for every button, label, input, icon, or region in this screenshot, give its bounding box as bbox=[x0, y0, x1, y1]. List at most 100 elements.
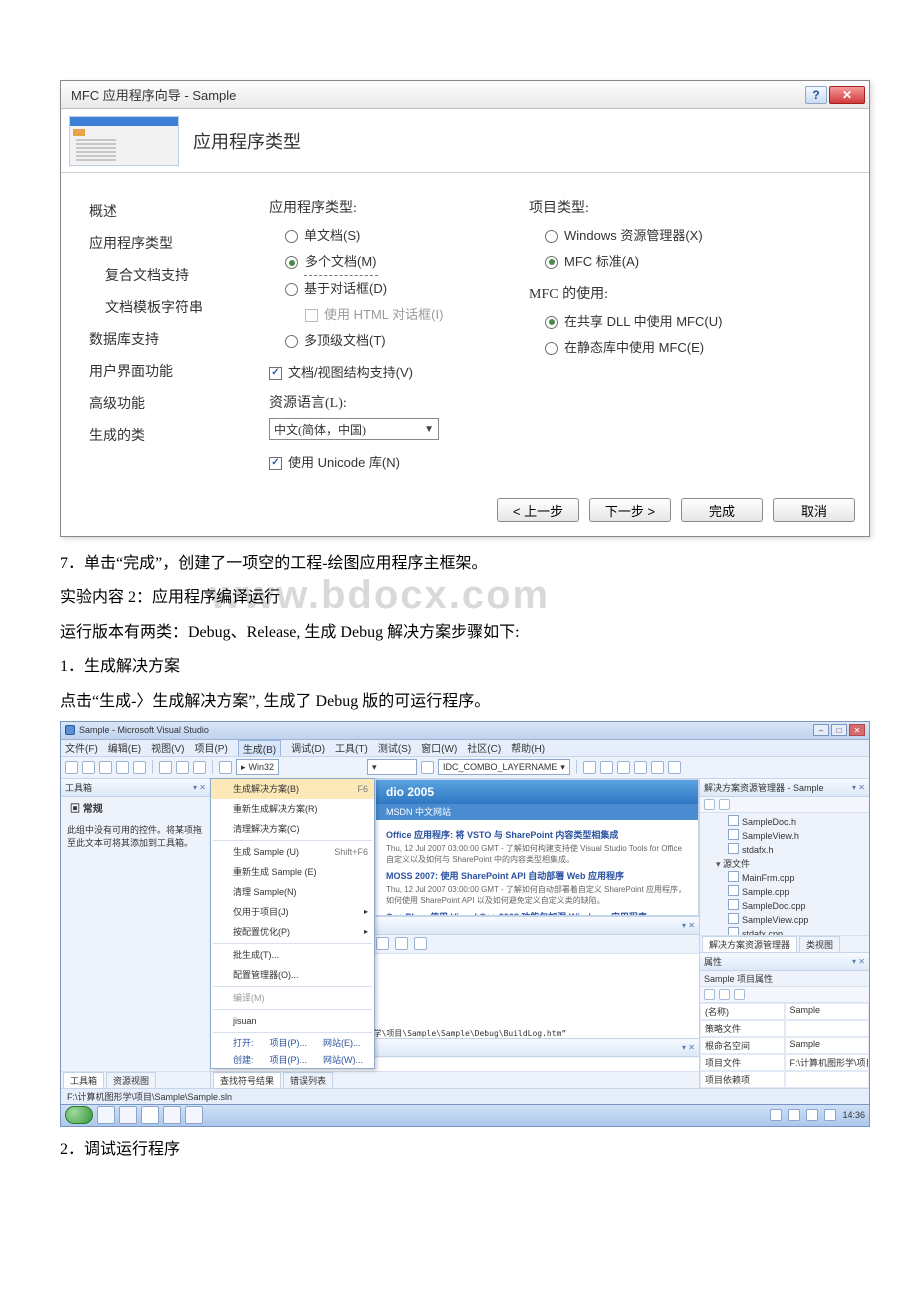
platform-combo[interactable]: ▸ Win32 bbox=[236, 759, 279, 775]
cancel-button[interactable]: 取消 bbox=[773, 498, 855, 522]
tree-file[interactable]: MainFrm.cpp bbox=[704, 871, 865, 885]
menu-tools[interactable]: 工具(T) bbox=[335, 740, 368, 755]
menu-project[interactable]: 项目(P) bbox=[194, 740, 227, 755]
mi-rebuild-solution[interactable]: 重新生成解决方案(R) bbox=[211, 799, 374, 819]
tree-file[interactable]: Sample.cpp bbox=[704, 885, 865, 899]
mi-open-website[interactable]: 网站(E)... bbox=[323, 1036, 361, 1049]
opt-toplevel[interactable]: 多顶级文档(T) bbox=[285, 328, 521, 354]
add-item-icon[interactable] bbox=[82, 761, 95, 774]
opt-shared-dll[interactable]: 在共享 DLL 中使用 MFC(U) bbox=[545, 309, 819, 335]
menu-edit[interactable]: 编辑(E) bbox=[108, 740, 141, 755]
se-showall-icon[interactable] bbox=[719, 799, 730, 810]
tree-file[interactable]: SampleView.h bbox=[704, 829, 865, 843]
tree-file[interactable]: stdafx.cpp bbox=[704, 927, 865, 935]
nav-compound[interactable]: 复合文档支持 bbox=[89, 261, 269, 293]
tray-icon[interactable] bbox=[770, 1109, 782, 1121]
nav-apptype[interactable]: 应用程序类型 bbox=[89, 229, 269, 261]
nav-advanced[interactable]: 高级功能 bbox=[89, 389, 269, 421]
prop-policy-val[interactable] bbox=[785, 1020, 870, 1037]
tbx-icon[interactable] bbox=[583, 761, 596, 774]
output-clear-icon[interactable] bbox=[376, 937, 389, 950]
task-item-ie[interactable] bbox=[119, 1106, 137, 1124]
mi-clean-solution[interactable]: 清理解决方案(C) bbox=[211, 819, 374, 839]
prop-az-icon[interactable] bbox=[719, 989, 730, 1000]
mi-build-sample[interactable]: 生成 Sample (U) Shift+F6 bbox=[211, 842, 374, 862]
mi-create-website[interactable]: 网站(W)... bbox=[323, 1053, 363, 1066]
tab-class-view[interactable]: 类视图 bbox=[799, 936, 840, 952]
prop-name-val[interactable]: Sample bbox=[785, 1003, 870, 1020]
start-button[interactable] bbox=[65, 1106, 93, 1124]
nav-generated[interactable]: 生成的类 bbox=[89, 421, 269, 453]
task-item-vs[interactable] bbox=[163, 1106, 181, 1124]
tree-file[interactable]: SampleDoc.h bbox=[704, 815, 865, 829]
layer-combo[interactable]: IDC_COMBO_LAYERNAME ▾ bbox=[438, 759, 570, 775]
mi-build-solution[interactable]: 生成解决方案(B) F6 bbox=[211, 779, 374, 799]
mi-clean-sample[interactable]: 清理 Sample(N) bbox=[211, 882, 374, 902]
open-icon[interactable] bbox=[99, 761, 112, 774]
output-find-icon[interactable] bbox=[414, 937, 427, 950]
mi-batch-build[interactable]: 批生成(T)... bbox=[211, 945, 374, 965]
prop-file-val[interactable]: F:\计算机图形学\项目\Sam bbox=[785, 1054, 870, 1071]
find-icon[interactable] bbox=[421, 761, 434, 774]
nav-doctemplate[interactable]: 文档模板字符串 bbox=[89, 293, 269, 325]
copy-icon[interactable] bbox=[176, 761, 189, 774]
tray-icon[interactable] bbox=[824, 1109, 836, 1121]
mi-open-project[interactable]: 项目(P)... bbox=[270, 1036, 308, 1049]
tab-symbol-results[interactable]: 查找符号结果 bbox=[213, 1072, 281, 1088]
pin-icon[interactable]: ▾ ✕ bbox=[852, 957, 865, 966]
menu-file[interactable]: 文件(F) bbox=[65, 740, 98, 755]
prop-ns-val[interactable]: Sample bbox=[785, 1037, 870, 1054]
tab-toolbox[interactable]: 工具箱 bbox=[63, 1072, 104, 1088]
registers-icon[interactable] bbox=[668, 761, 681, 774]
opt-dialog[interactable]: 基于对话框(D) bbox=[285, 276, 521, 302]
opt-explorer[interactable]: Windows 资源管理器(X) bbox=[545, 223, 819, 249]
tbx3-icon[interactable] bbox=[617, 761, 630, 774]
pin-icon[interactable]: ▾ ✕ bbox=[852, 783, 865, 792]
chk-unicode[interactable]: 使用 Unicode 库(N) bbox=[269, 450, 521, 476]
prop-dep-val[interactable] bbox=[785, 1071, 870, 1088]
save-icon[interactable] bbox=[116, 761, 129, 774]
step-icon[interactable] bbox=[634, 761, 647, 774]
tab-resourceview[interactable]: 资源视图 bbox=[106, 1072, 156, 1088]
pin-icon[interactable]: ▾ ✕ bbox=[682, 1043, 695, 1052]
mi-rebuild-sample[interactable]: 重新生成 Sample (E) bbox=[211, 862, 374, 882]
hex-icon[interactable] bbox=[651, 761, 664, 774]
close-button[interactable]: ✕ bbox=[849, 724, 865, 736]
find-combo[interactable]: ▾ bbox=[367, 759, 417, 775]
tree-folder-src[interactable]: 源文件 bbox=[704, 857, 865, 871]
news-item-title[interactable]: C++ Plus: 使用 Visual C++ 2008 功能包加强 Windo… bbox=[386, 910, 688, 916]
mi-pgo[interactable]: 按配置优化(P) ▸ bbox=[211, 922, 374, 942]
menu-build[interactable]: 生成(B) bbox=[238, 740, 281, 756]
prop-cat-icon[interactable] bbox=[704, 989, 715, 1000]
mi-config-manager[interactable]: 配置管理器(O)... bbox=[211, 965, 374, 985]
output-wrap-icon[interactable] bbox=[395, 937, 408, 950]
cut-icon[interactable] bbox=[159, 761, 172, 774]
menu-window[interactable]: 窗口(W) bbox=[421, 740, 457, 755]
close-button[interactable]: ✕ bbox=[829, 86, 865, 104]
menu-test[interactable]: 测试(S) bbox=[378, 740, 411, 755]
se-properties-icon[interactable] bbox=[704, 799, 715, 810]
tree-file[interactable]: SampleDoc.cpp bbox=[704, 899, 865, 913]
tray-icon[interactable] bbox=[806, 1109, 818, 1121]
maximize-button[interactable]: □ bbox=[831, 724, 847, 736]
next-button[interactable]: 下一步 > bbox=[589, 498, 671, 522]
mi-project-only[interactable]: 仅用于项目(J) ▸ bbox=[211, 902, 374, 922]
tbx2-icon[interactable] bbox=[600, 761, 613, 774]
help-button[interactable]: ? bbox=[805, 86, 827, 104]
new-project-icon[interactable] bbox=[65, 761, 78, 774]
msdn-bar[interactable]: MSDN 中文网站 bbox=[376, 804, 698, 820]
menu-community[interactable]: 社区(C) bbox=[467, 740, 501, 755]
task-item-explorer[interactable] bbox=[97, 1106, 115, 1124]
tab-error-list[interactable]: 错误列表 bbox=[283, 1072, 333, 1088]
pin-icon[interactable]: ▾ ✕ bbox=[682, 921, 695, 930]
prev-button[interactable]: < 上一步 bbox=[497, 498, 579, 522]
nav-database[interactable]: 数据库支持 bbox=[89, 325, 269, 357]
paste-icon[interactable] bbox=[193, 761, 206, 774]
task-item-paint[interactable] bbox=[185, 1106, 203, 1124]
tree-file[interactable]: SampleView.cpp bbox=[704, 913, 865, 927]
tab-solution-explorer[interactable]: 解决方案资源管理器 bbox=[702, 936, 797, 952]
pin-icon[interactable]: ▾ ✕ bbox=[193, 783, 206, 792]
tree-file[interactable]: stdafx.h bbox=[704, 843, 865, 857]
news-item-title[interactable]: Office 应用程序: 将 VSTO 与 SharePoint 内容类型相集成 bbox=[386, 828, 688, 841]
opt-multidoc[interactable]: 多个文档(M) bbox=[285, 249, 521, 276]
